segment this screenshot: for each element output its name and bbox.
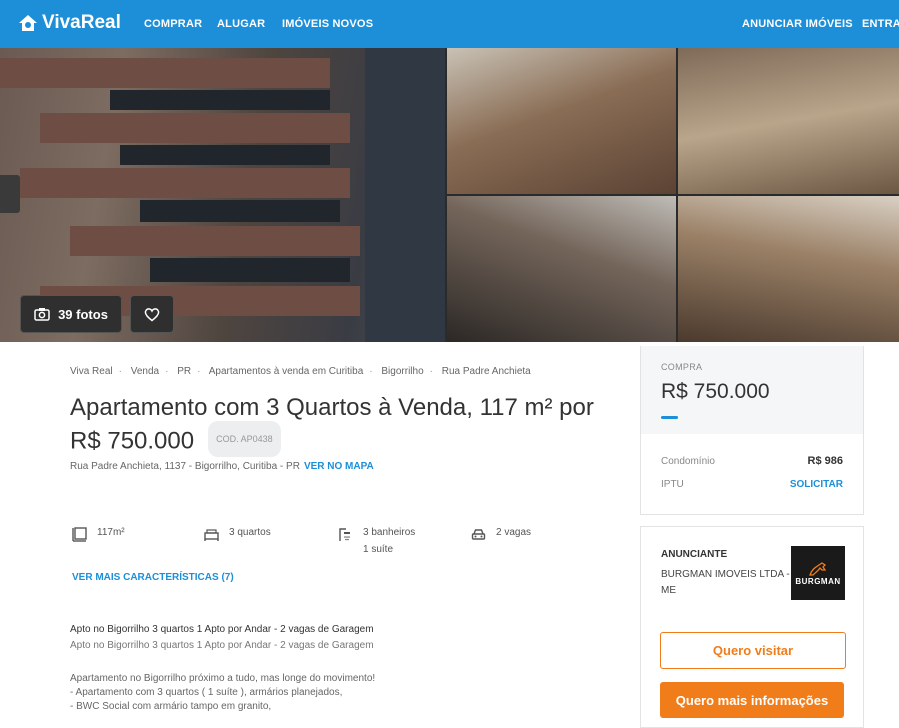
photo-dining-room[interactable] [447,48,676,194]
advertiser-logo[interactable]: BURGMAN [791,546,845,600]
address-text: Rua Padre Anchieta, 1137 - Bigorrilho, C… [70,461,300,472]
area-icon [72,527,87,542]
breadcrumb-item[interactable]: Apartamentos à venda em Curitiba [209,366,364,377]
photo-living-shelves[interactable] [678,48,899,194]
shower-icon [339,528,350,541]
nav-comprar[interactable]: COMPRAR [144,18,202,30]
breadcrumb-item[interactable]: Rua Padre Anchieta [442,366,531,377]
nav-alugar[interactable]: ALUGAR [217,18,265,30]
schedule-visit-button[interactable]: Quero visitar [660,632,846,669]
more-features-link[interactable]: VER MAIS CARACTERÍSTICAS (7) [72,572,234,583]
area-value: 117m² [97,527,125,538]
favorite-button[interactable] [130,295,174,333]
listing-title-block: Apartamento com 3 Quartos à Venda, 117 m… [70,392,630,460]
iptu-label: IPTU [661,479,684,490]
vivareal-logo[interactable]: VivaReal [18,12,121,34]
price-header: COMPRA R$ 750.000 [641,346,863,434]
advertiser-logo-text: BURGMAN [795,576,841,586]
description-subheading: Apto no Bigorrilho 3 quartos 1 Apto por … [70,640,374,651]
price-accent-bar [661,416,678,419]
page-title: Apartamento com 3 Quartos à Venda, 117 m… [70,394,594,455]
breadcrumb-item[interactable]: Viva Real [70,366,113,377]
breadcrumb: Viva Real · Venda · PR · Apartamentos à ven… [70,366,531,377]
suites-value: 1 suíte [363,544,394,555]
nav-anunciar-imoveis[interactable]: ANUNCIAR IMÓVEIS [742,18,853,30]
camera-icon [34,308,50,321]
car-icon [471,529,486,540]
bathrooms-value: 3 banheiros [363,527,416,538]
photos-count-label: 39 fotos [58,306,108,322]
bed-icon [204,529,219,541]
description-line: Apartamento no Bigorrilho próximo a tudo… [70,673,376,684]
advertiser-card: ANUNCIANTE BURGMAN IMOVEIS LTDA - ME BUR… [640,526,864,728]
photo-living-sofa[interactable] [447,196,676,342]
feature-bathrooms: 3 banheiros 1 suíte [338,527,415,555]
description-body: Apartamento no Bigorrilho próximo a tudo… [70,672,375,714]
feature-parking: 2 vagas [471,527,531,542]
description-heading: Apto no Bigorrilho 3 quartos 1 Apto por … [70,624,374,635]
breadcrumb-item[interactable]: PR [177,366,191,377]
listing-address: Rua Padre Anchieta, 1137 - Bigorrilho, C… [70,461,374,472]
nav-imoveis-novos[interactable]: IMÓVEIS NOVOS [282,18,373,30]
photos-count-button[interactable]: 39 fotos [20,295,122,333]
heart-icon [144,307,160,321]
logo-text: VivaReal [42,12,121,33]
gallery-prev-tab[interactable] [0,175,20,213]
sale-price: R$ 750.000 [661,380,770,403]
advertiser-label: ANUNCIANTE [661,549,728,560]
request-info-button[interactable]: Quero mais informações [660,682,844,718]
photo-gallery[interactable]: 39 fotos [0,48,899,342]
description-line: - BWC Social com armário tampo em granit… [70,701,272,712]
top-navbar: VivaReal COMPRAR ALUGAR IMÓVEIS NOVOS AN… [0,0,899,48]
nav-entrar[interactable]: ENTRAR [862,18,899,30]
view-map-link[interactable]: VER NO MAPA [304,461,374,472]
breadcrumb-item[interactable]: Venda [131,366,159,377]
price-card: COMPRA R$ 750.000 Condomínio R$ 986 IPTU… [640,346,864,515]
advertiser-name[interactable]: BURGMAN IMOVEIS LTDA - ME [661,567,791,599]
house-logo-icon [19,15,37,31]
description-line: - Apartamento com 3 quartos ( 1 suíte ),… [70,687,343,698]
parking-value: 2 vagas [496,527,532,538]
photo-living-sideboard[interactable] [678,196,899,342]
bedrooms-value: 3 quartos [229,527,271,538]
feature-bedrooms: 3 quartos [204,527,271,542]
breadcrumb-item[interactable]: Bigorrilho [381,366,423,377]
iptu-request-link[interactable]: SOLICITAR [790,479,843,490]
feature-area: 117m² [72,527,125,542]
price-type-label: COMPRA [661,362,703,372]
condo-label: Condomínio [661,456,715,467]
listing-code-badge: COD. AP0438 [208,421,281,457]
condo-value: R$ 986 [807,455,843,467]
horse-logo-icon [809,561,827,576]
